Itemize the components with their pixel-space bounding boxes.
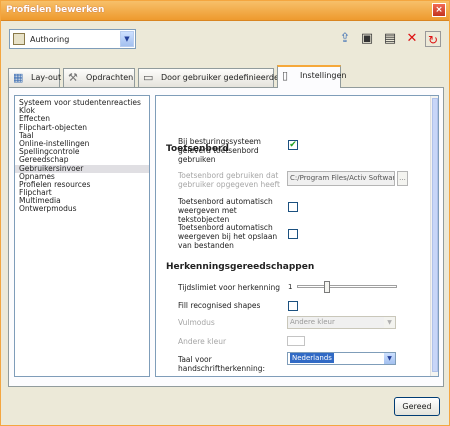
export-icon[interactable]: ⇪: [337, 31, 353, 47]
user-keyboard-label: Toetsenbord gebruiken dat gebruiker opge…: [178, 171, 280, 189]
title-bar[interactable]: Profielen bewerken ×: [1, 1, 449, 21]
tab-layout[interactable]: ▦ Lay-out: [8, 68, 62, 87]
settings-pane: Toetsenbord Bij besturingssysteem geleve…: [155, 95, 439, 377]
close-icon[interactable]: ×: [432, 3, 446, 17]
tab-bar: ▦ Lay-out ⚒ Opdrachten ▭ Door gebruiker …: [8, 65, 444, 88]
fill-mode-value: Andere kleur: [290, 318, 335, 326]
tab-label: Lay-out: [31, 73, 62, 82]
use-os-keyboard-label: Bij besturingssysteem geleverd toetsenbo…: [178, 137, 261, 164]
fill-mode-dropdown[interactable]: Andere kleur ▼: [287, 316, 396, 329]
tab-commands[interactable]: ⚒ Opdrachten: [63, 68, 135, 87]
fill-shapes-label: Fill recognised shapes: [178, 301, 261, 310]
settings-icon: ▯: [282, 69, 289, 82]
tab-settings[interactable]: ▯ Instellingen: [277, 65, 346, 88]
delete-icon[interactable]: ✕: [404, 31, 420, 47]
refresh-icon[interactable]: ↻: [425, 31, 441, 47]
other-color-label: Andere kleur: [178, 337, 227, 346]
auto-show-save-label: Toetsenbord automatisch weergeven bij he…: [178, 223, 278, 250]
handwriting-lang-dropdown[interactable]: Nederlands ▼: [287, 352, 396, 365]
category-list: Systeem voor studentenreacties Klok Effe…: [14, 95, 150, 377]
list-item[interactable]: Systeem voor studentenreacties: [15, 98, 149, 107]
recognition-heading: Herkenningsgereedschappen: [166, 262, 315, 272]
handwriting-lang-value: Nederlands: [290, 353, 334, 363]
keyboard-path-field[interactable]: C:/Program Files/Activ Software/In: [287, 171, 395, 186]
profiles-window: Profielen bewerken × Authoring ▼ ⇪ ▣ ▤ ✕…: [0, 0, 450, 426]
save-icon[interactable]: ▣: [359, 31, 375, 47]
toolbar: Authoring ▼ ⇪ ▣ ▤ ✕ ↻: [1, 21, 449, 63]
chevron-down-icon: ▼: [384, 353, 395, 364]
browse-button[interactable]: ...: [397, 171, 408, 186]
list-item[interactable]: Ontwerpmodus: [15, 205, 149, 213]
checkmark-icon: ✔: [289, 140, 297, 150]
fill-mode-label: Vulmodus: [178, 318, 215, 327]
user-buttons-icon: ▭: [143, 71, 154, 84]
tab-user-buttons[interactable]: ▭ Door gebruiker gedefinieerde knoppen: [138, 68, 316, 87]
slider-thumb[interactable]: [324, 281, 330, 293]
auto-show-text-checkbox[interactable]: [288, 202, 298, 212]
use-os-keyboard-checkbox[interactable]: ✔: [288, 140, 298, 150]
settings-scrollbar[interactable]: [430, 96, 438, 376]
time-limit-value: 1: [288, 283, 293, 291]
done-button[interactable]: Gereed: [394, 397, 440, 416]
tab-label: Instellingen: [300, 71, 347, 80]
time-limit-slider[interactable]: [297, 281, 397, 293]
profile-icon: [13, 33, 25, 45]
profile-dropdown[interactable]: Authoring ▼: [9, 29, 136, 49]
chevron-down-icon[interactable]: ▼: [120, 31, 134, 47]
list-item[interactable]: Flipchart-objecten: [15, 123, 149, 132]
save-as-icon[interactable]: ▤: [382, 31, 398, 47]
profile-value: Authoring: [30, 35, 70, 44]
chevron-down-icon: ▼: [384, 317, 395, 328]
handwriting-lang-label: Taal voor handschriftherkenning:: [178, 355, 266, 373]
layout-icon: ▦: [13, 71, 24, 84]
color-swatch[interactable]: [287, 336, 305, 346]
window-title: Profielen bewerken: [6, 5, 105, 15]
tab-panel: Systeem voor studentenreacties Klok Effe…: [8, 87, 444, 387]
auto-show-save-checkbox[interactable]: [288, 229, 298, 239]
auto-show-text-label: Toetsenbord automatisch weergeven met te…: [178, 197, 273, 224]
commands-icon: ⚒: [68, 71, 78, 84]
fill-shapes-checkbox[interactable]: [288, 301, 298, 311]
scrollbar-thumb[interactable]: [432, 98, 438, 372]
time-limit-label: Tijdslimiet voor herkenning: [178, 283, 281, 292]
tab-label: Opdrachten: [86, 73, 134, 82]
